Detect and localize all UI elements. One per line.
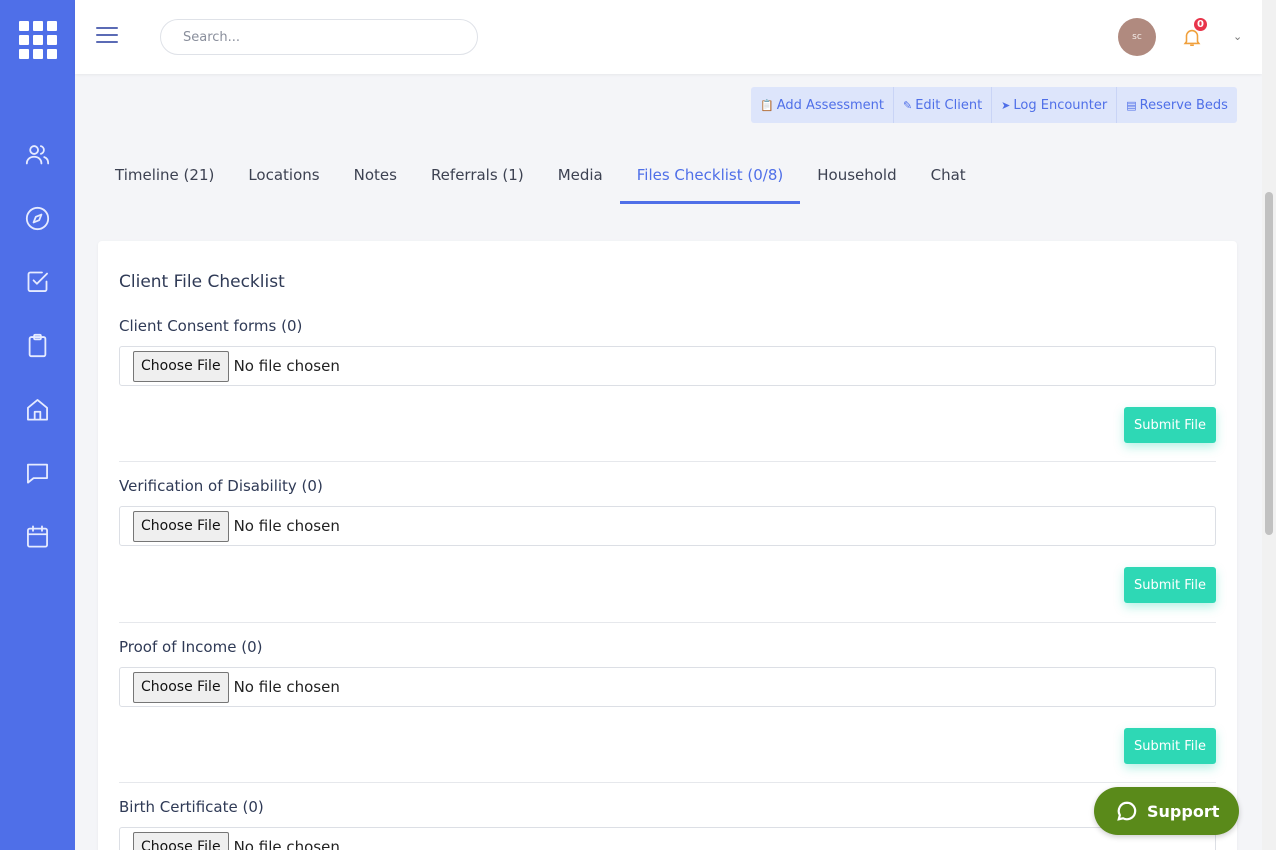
client-tabs: Timeline (21) Locations Notes Referrals … [98,160,983,204]
card-title: Client File Checklist [119,272,285,292]
divider [119,461,1216,462]
divider [119,782,1216,783]
choose-file-button[interactable]: Choose File [133,510,229,542]
file-input[interactable]: Choose File No file chosen [119,667,1216,707]
tab-chat[interactable]: Chat [914,160,983,204]
edit-client-label: Edit Client [915,97,983,113]
archive-icon: ▤ [1126,98,1137,112]
choose-file-button[interactable]: Choose File [133,350,229,382]
scrollbar-thumb[interactable] [1265,192,1273,535]
support-label: Support [1147,801,1220,821]
checkbox-icon[interactable] [24,268,51,295]
tab-locations[interactable]: Locations [231,160,336,204]
tab-media[interactable]: Media [541,160,620,204]
file-status: No file chosen [233,838,340,850]
choose-file-button[interactable]: Choose File [133,671,229,703]
notification-badge: 0 [1193,17,1208,32]
search-input[interactable] [160,19,478,55]
section-title: Verification of Disability (0) [119,477,323,495]
file-section: Birth Certificate (0) Choose File No fil… [119,798,1216,850]
top-bar: sc 0 ⌄ [75,0,1262,74]
tab-files-checklist[interactable]: Files Checklist (0/8) [619,160,801,204]
support-button[interactable]: Support [1094,787,1239,835]
file-section: Verification of Disability (0) Choose Fi… [119,477,1216,603]
file-input[interactable]: Choose File No file chosen [119,346,1216,386]
scrollbar[interactable] [1262,0,1276,850]
calendar-icon[interactable] [24,523,51,550]
menu-icon[interactable] [96,27,118,45]
chevron-down-icon[interactable]: ⌄ [1233,30,1242,43]
submit-file-button[interactable]: Submit File [1123,728,1216,764]
home-icon[interactable] [24,396,51,423]
chat-bubble-icon [1117,801,1137,821]
tab-referrals[interactable]: Referrals (1) [414,160,541,204]
section-title: Client Consent forms (0) [119,317,303,335]
section-title: Proof of Income (0) [119,638,263,656]
file-section: Proof of Income (0) Choose File No file … [119,638,1216,764]
clipboard-icon[interactable] [24,332,51,359]
log-encounter-label: Log Encounter [1013,97,1108,113]
submit-file-button[interactable]: Submit File [1123,567,1216,603]
file-input[interactable]: Choose File No file chosen [119,827,1216,850]
location-arrow-icon: ➤ [1001,98,1011,112]
file-status: No file chosen [233,517,340,535]
compass-icon[interactable] [24,205,51,232]
reserve-beds-button[interactable]: ▤ Reserve Beds [1117,87,1237,123]
clipboard-icon: 📋 [760,98,774,112]
file-input[interactable]: Choose File No file chosen [119,506,1216,546]
section-title: Birth Certificate (0) [119,798,264,816]
add-assessment-label: Add Assessment [776,97,884,113]
client-actions: 📋 Add Assessment ✎ Edit Client ➤ Log Enc… [751,87,1237,123]
edit-client-button[interactable]: ✎ Edit Client [894,87,993,123]
message-icon[interactable] [24,459,51,486]
add-assessment-button[interactable]: 📋 Add Assessment [751,87,894,123]
reserve-beds-label: Reserve Beds [1139,97,1228,113]
bell-icon[interactable]: 0 [1181,17,1208,51]
file-checklist-card: Client File Checklist Client Consent for… [98,241,1237,850]
file-section: Client Consent forms (0) Choose File No … [119,317,1216,443]
file-status: No file chosen [233,678,340,696]
log-encounter-button[interactable]: ➤ Log Encounter [992,87,1118,123]
sidebar [0,0,75,850]
tab-household[interactable]: Household [800,160,913,204]
tab-timeline[interactable]: Timeline (21) [98,160,231,204]
divider [119,622,1216,623]
file-status: No file chosen [233,357,340,375]
edit-icon: ✎ [903,98,913,112]
avatar-initials: sc [1132,32,1142,42]
apps-grid-icon[interactable] [19,21,57,59]
submit-file-button[interactable]: Submit File [1123,407,1216,443]
users-icon[interactable] [24,141,51,168]
tab-notes[interactable]: Notes [337,160,414,204]
avatar[interactable]: sc [1118,18,1156,56]
choose-file-button[interactable]: Choose File [133,831,229,850]
